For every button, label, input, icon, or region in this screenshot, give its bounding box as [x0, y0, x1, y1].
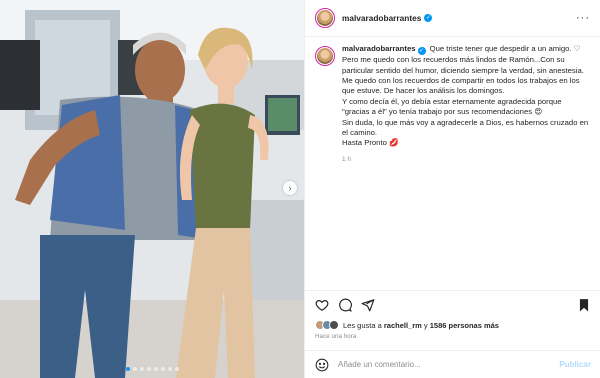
- verified-badge-icon: ✓: [424, 14, 433, 22]
- caption-line: malvaradobarrantes ✓ Que triste tener que…: [342, 44, 590, 56]
- next-photo-button[interactable]: ›: [283, 181, 297, 195]
- carousel-dot: [153, 367, 158, 371]
- instagram-post: › malvaradobarrantes ✓ ··· malvaradobarr…: [0, 0, 600, 378]
- likes-connector: y: [423, 320, 428, 330]
- caption-text: malvaradobarrantes ✓ Que triste tener que…: [342, 44, 590, 284]
- caption-line-4: Hasta Pronto 💋: [342, 138, 399, 148]
- share-icon[interactable]: [361, 298, 375, 312]
- comment-icon[interactable]: [338, 298, 352, 312]
- caption-line-1: Pero me quedo con los recuerdos más lind…: [342, 55, 584, 96]
- comment-bar: Añade un comentario... Publicar: [305, 350, 600, 378]
- bookmark-icon[interactable]: [577, 298, 591, 312]
- comment-input[interactable]: Añade un comentario...: [338, 360, 421, 369]
- likes-text: Les gusta a rachell_rm y 1586 personas m…: [343, 321, 499, 330]
- caption-line-0: Que triste tener que despedir a un amigo…: [429, 44, 581, 53]
- likes-summary[interactable]: Les gusta a rachell_rm y 1586 personas m…: [315, 320, 499, 330]
- post-time[interactable]: Hace una hora: [315, 333, 356, 340]
- likes-others[interactable]: 1586 personas más: [430, 321, 499, 330]
- publish-button[interactable]: Publicar: [559, 360, 591, 369]
- post-photo[interactable]: ›: [0, 0, 304, 378]
- action-bar: [305, 290, 600, 318]
- liker-avatar: [329, 320, 339, 330]
- photo-scene: [0, 0, 304, 378]
- carousel-dot: [160, 367, 165, 371]
- carousel-dot: [167, 367, 172, 371]
- likes-prefix: Les gusta a: [343, 320, 382, 330]
- post-header: malvaradobarrantes ✓ ···: [305, 0, 600, 37]
- carousel-dot: [125, 367, 130, 371]
- post-side-panel: malvaradobarrantes ✓ ··· malvaradobarran…: [304, 0, 600, 378]
- caption-avatar[interactable]: [315, 46, 335, 66]
- carousel-dot: [139, 367, 144, 371]
- caption-line-2: Y como decía él, yo debía estar etername…: [342, 96, 562, 117]
- smiley-icon[interactable]: [315, 358, 329, 372]
- caption-line-3: Sin duda, lo que más voy a agradecerle a…: [342, 117, 589, 138]
- likes-user[interactable]: rachell_rm: [384, 321, 422, 330]
- heart-icon[interactable]: [315, 298, 329, 312]
- carousel-indicator: [0, 367, 304, 371]
- caption-block: malvaradobarrantes ✓ Que triste tener que…: [305, 38, 600, 290]
- carousel-dot: [132, 367, 137, 371]
- avatar[interactable]: [315, 8, 335, 28]
- more-options-icon[interactable]: ···: [576, 12, 590, 24]
- verified-badge-icon: ✓: [417, 47, 426, 56]
- caption-username[interactable]: malvaradobarrantes: [342, 44, 416, 53]
- carousel-dot: [174, 367, 179, 371]
- carousel-dot: [146, 367, 151, 371]
- caption-time[interactable]: 1 h: [342, 155, 590, 165]
- author-username[interactable]: malvaradobarrantes: [342, 13, 421, 23]
